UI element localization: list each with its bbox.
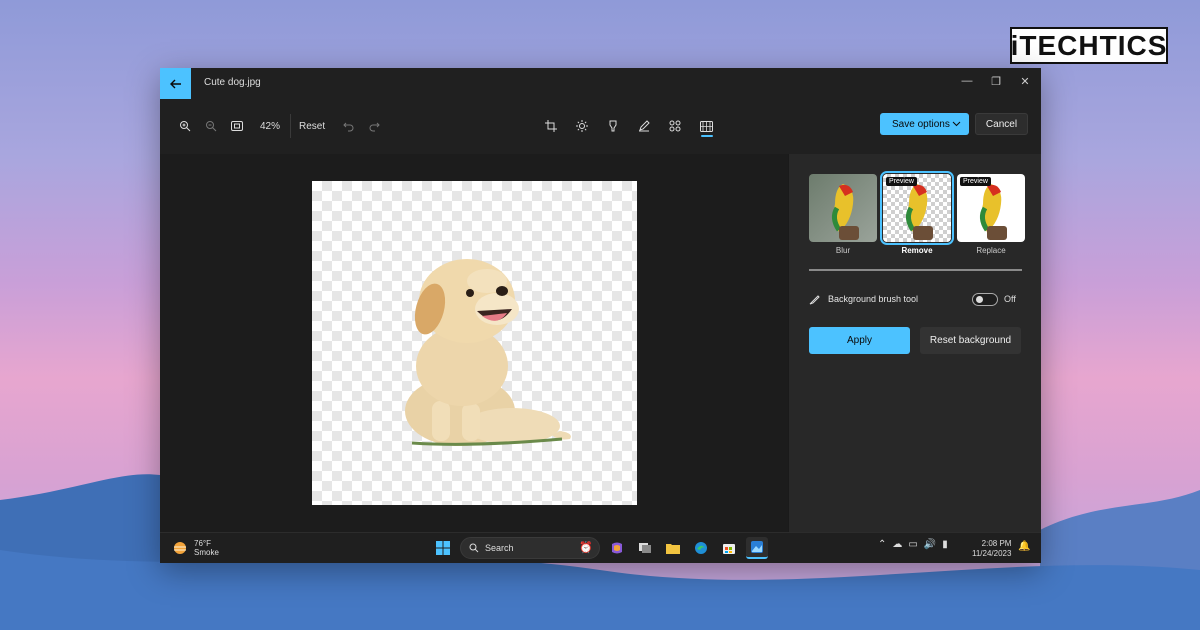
chevron-down-icon <box>952 121 961 127</box>
start-button[interactable] <box>432 537 454 559</box>
search-placeholder: Search <box>485 543 514 553</box>
background-icon <box>699 120 713 132</box>
battery-icon[interactable]: ▮ <box>942 539 948 550</box>
panel-divider <box>809 269 1022 271</box>
back-button[interactable] <box>160 68 191 99</box>
brush-tool-row: Background brush tool Off <box>809 291 1022 307</box>
copilot-button[interactable] <box>606 537 628 559</box>
edge-icon <box>695 542 707 554</box>
pen-icon <box>639 120 650 132</box>
blur-option-label: Blur <box>835 246 851 255</box>
preview-badge: Preview <box>886 177 917 186</box>
photos-icon <box>751 541 763 553</box>
adjust-tool-button[interactable] <box>569 113 595 139</box>
zoom-controls: 42% Reset <box>172 112 387 140</box>
search-icon <box>469 543 479 553</box>
store-icon <box>723 544 735 554</box>
reset-background-button[interactable]: Reset background <box>920 327 1021 354</box>
toggle-state: Off <box>1004 294 1016 304</box>
onedrive-icon[interactable]: ☁ <box>892 539 902 550</box>
store-button[interactable] <box>718 537 740 559</box>
redo-button[interactable] <box>361 113 387 139</box>
undo-button[interactable] <box>335 113 361 139</box>
background-panel: Preview Preview Blur Remove Replace Back… <box>788 154 1041 532</box>
clock-time: 2:08 PM <box>981 539 1012 548</box>
toggle-knob <box>976 296 983 303</box>
weather-condition: Smoke <box>194 548 219 557</box>
brand-logo: iTECHTICS <box>1010 27 1168 64</box>
windows-icon <box>436 541 450 555</box>
system-tray: ⌃ ☁ ▭ 🔊 ▮ <box>878 539 948 550</box>
clock[interactable]: 2:08 PM 11/24/2023 <box>972 539 1011 559</box>
preview-badge: Preview <box>960 177 991 186</box>
edited-image[interactable] <box>312 181 637 505</box>
crop-tool-button[interactable] <box>538 113 564 139</box>
brush-icon <box>809 294 820 304</box>
taskbar-apps: Search ⏰ <box>432 537 768 559</box>
puppy-image <box>405 259 571 446</box>
maximize-button[interactable]: ❐ <box>986 72 1006 90</box>
remove-option-label: Remove <box>901 246 933 255</box>
zoom-in-icon <box>180 121 191 132</box>
active-tool-indicator <box>701 135 713 137</box>
folder-icon <box>666 544 680 554</box>
volume-icon[interactable]: 🔊 <box>924 539 936 550</box>
brightness-icon <box>576 120 588 132</box>
parrot-thumbnail <box>831 184 859 240</box>
file-explorer-button[interactable] <box>662 537 684 559</box>
cancel-button[interactable]: Cancel <box>975 113 1028 135</box>
grid-icon <box>669 120 681 132</box>
copilot-icon <box>612 542 622 554</box>
zoom-out-button[interactable] <box>198 113 224 139</box>
minimize-button[interactable]: — <box>957 72 977 90</box>
replace-option-label: Replace <box>976 246 1006 255</box>
notification-icon[interactable]: 🔔 <box>1018 541 1030 552</box>
redo-icon <box>369 122 380 131</box>
filter-tool-button[interactable] <box>600 113 626 139</box>
apply-button[interactable]: Apply <box>809 327 910 354</box>
toolbar-divider <box>290 114 292 138</box>
zoom-level: 42% <box>260 120 281 132</box>
edge-button[interactable] <box>690 537 712 559</box>
erase-tool-button[interactable] <box>662 113 688 139</box>
taskbar-search[interactable]: Search ⏰ <box>460 537 600 559</box>
task-view-icon <box>639 543 651 553</box>
brush-tool-toggle[interactable] <box>972 293 998 306</box>
background-options: Preview Preview <box>809 171 1025 245</box>
image-canvas <box>160 154 788 532</box>
save-options-button[interactable]: Save options <box>880 113 969 135</box>
crop-icon <box>545 120 557 132</box>
brush-tool-label: Background brush tool <box>828 294 919 304</box>
zoom-in-button[interactable] <box>172 113 198 139</box>
photos-button[interactable] <box>746 537 768 559</box>
close-button[interactable]: ✕ <box>1015 72 1035 90</box>
replace-option[interactable]: Preview <box>957 174 1025 242</box>
fit-to-window-button[interactable] <box>224 113 250 139</box>
task-view-button[interactable] <box>634 537 656 559</box>
markup-tool-button[interactable] <box>631 113 657 139</box>
search-highlight-icon: ⏰ <box>579 542 593 554</box>
weather-widget[interactable]: 76°F Smoke <box>172 539 219 557</box>
save-options-label: Save options <box>892 118 950 130</box>
chevron-up-icon[interactable]: ⌃ <box>878 539 886 550</box>
undo-icon <box>342 122 354 131</box>
window-title: Cute dog.jpg <box>204 77 261 88</box>
arrow-left-icon <box>169 79 181 88</box>
edit-tools <box>538 112 719 140</box>
marker-icon <box>609 120 617 132</box>
weather-temp: 76°F <box>194 539 211 548</box>
taskbar: 76°F Smoke Search ⏰ ⌃ ☁ ▭ 🔊 ▮ 2:08 PM 11… <box>160 532 1041 563</box>
remove-option[interactable]: Preview <box>880 171 954 245</box>
title-bar: Cute dog.jpg — ❐ ✕ <box>160 68 1041 99</box>
clock-date: 11/24/2023 <box>972 549 1012 558</box>
blur-option[interactable] <box>809 174 877 242</box>
photos-app-window: Cute dog.jpg — ❐ ✕ 42% Reset Save option… <box>160 68 1041 563</box>
weather-icon <box>174 542 186 554</box>
reset-button[interactable]: Reset <box>299 121 325 132</box>
zoom-out-icon <box>206 121 217 132</box>
network-icon[interactable]: ▭ <box>908 539 917 550</box>
fit-screen-icon <box>231 121 243 131</box>
